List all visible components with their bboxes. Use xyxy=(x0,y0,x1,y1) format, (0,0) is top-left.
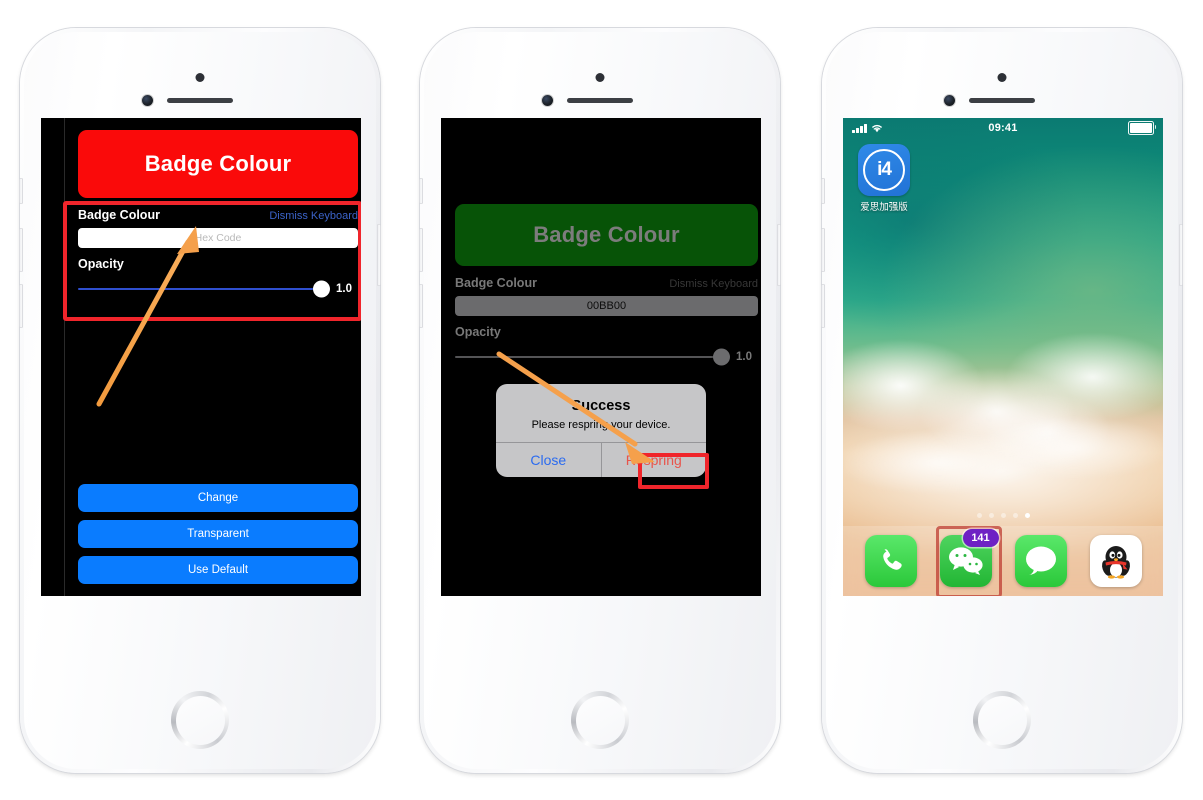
home-button-2[interactable] xyxy=(571,691,629,749)
app-label-i4: 爱思加强版 xyxy=(860,202,908,213)
badge-preview-card-1: Badge Colour xyxy=(78,130,358,198)
page-dot xyxy=(988,513,994,518)
home-screen-app-grid: i4 爱思加强版 xyxy=(843,144,1163,213)
use-default-button-1[interactable]: Use Default xyxy=(78,556,358,584)
iphone-device-2: Badge Colour Badge Colour Dismiss Keyboa… xyxy=(419,28,781,773)
badge-colour-row-1: Badge Colour Dismiss Keyboard xyxy=(78,208,358,222)
front-camera-1 xyxy=(142,95,153,106)
phone-body-1: Badge Colour Badge Colour Dismiss Keyboa… xyxy=(19,28,381,773)
page-dot xyxy=(1012,513,1018,518)
success-alert-dialog: Success Please respring your device. Clo… xyxy=(496,384,706,477)
volume-up-button-3[interactable] xyxy=(821,228,825,272)
mute-switch-3[interactable] xyxy=(821,178,825,204)
home-button-3[interactable] xyxy=(973,691,1031,749)
power-button-3[interactable] xyxy=(1179,224,1183,286)
badge-colour-section-1: Badge Colour Dismiss Keyboard Hex Code O… xyxy=(78,208,358,298)
alert-respring-button[interactable]: Respring xyxy=(602,443,707,477)
transparent-button-1[interactable]: Transparent xyxy=(78,520,358,548)
home-button-1[interactable] xyxy=(171,691,229,749)
mute-switch-2[interactable] xyxy=(419,178,423,204)
dock-item-phone[interactable] xyxy=(864,535,917,587)
badge-colour-app-2: Badge Colour Badge Colour Dismiss Keyboa… xyxy=(441,118,761,596)
alert-body: Success Please respring your device. xyxy=(496,384,706,442)
volume-down-button-3[interactable] xyxy=(821,284,825,328)
earpiece-speaker-1 xyxy=(167,98,233,103)
alert-buttons: Close Respring xyxy=(496,442,706,477)
alert-title: Success xyxy=(571,398,631,414)
front-camera-3 xyxy=(944,95,955,106)
proximity-sensor-1 xyxy=(195,73,205,82)
phone-body-3: 09:41 i4 爱思加强版 141 xyxy=(821,28,1183,773)
badge-colour-app-1: Badge Colour Badge Colour Dismiss Keyboa… xyxy=(41,118,361,596)
power-button-1[interactable] xyxy=(377,224,381,286)
phone-screen-2: Badge Colour Badge Colour Dismiss Keyboa… xyxy=(441,118,761,596)
battery-icon xyxy=(1128,121,1156,135)
page-indicator-dots[interactable] xyxy=(843,513,1163,518)
phone-body-2: Badge Colour Badge Colour Dismiss Keyboa… xyxy=(419,28,781,773)
action-button-stack-1: Change Transparent Use Default xyxy=(78,484,358,584)
screen-left-rail-1 xyxy=(64,118,65,596)
dock-item-qq[interactable] xyxy=(1089,535,1142,587)
alert-message: Please respring your device. xyxy=(531,419,671,431)
iphone-device-3: 09:41 i4 爱思加强版 141 xyxy=(821,28,1183,773)
i4-icon-glyph: i4 xyxy=(863,149,905,191)
proximity-sensor-2 xyxy=(595,73,605,82)
i4-app-icon[interactable]: i4 xyxy=(858,144,910,196)
dock-item-wechat[interactable]: 141 xyxy=(935,526,1002,596)
dock-item-messages[interactable] xyxy=(1014,535,1067,587)
phone-screen-1: Badge Colour Badge Colour Dismiss Keyboa… xyxy=(41,118,361,596)
phone-handset-icon xyxy=(882,549,902,570)
screenshot-canvas: Badge Colour Badge Colour Dismiss Keyboa… xyxy=(0,0,1203,800)
message-bubble-icon xyxy=(1025,546,1056,575)
volume-down-button-1[interactable] xyxy=(19,284,23,328)
volume-up-button-1[interactable] xyxy=(19,228,23,272)
page-dot xyxy=(976,513,982,518)
messages-app-icon[interactable] xyxy=(1014,535,1067,587)
status-bar-clock: 09:41 xyxy=(988,122,1018,134)
qq-app-icon[interactable] xyxy=(1089,535,1142,587)
alert-close-button[interactable]: Close xyxy=(496,443,602,477)
opacity-slider-track-1[interactable] xyxy=(78,280,330,298)
status-bar-right xyxy=(1128,121,1156,135)
volume-down-button-2[interactable] xyxy=(419,284,423,328)
change-button-1[interactable]: Change xyxy=(78,484,358,512)
alert-dim-overlay-2 xyxy=(441,118,761,596)
page-dot-active xyxy=(1024,513,1030,518)
hex-code-input-1[interactable]: Hex Code xyxy=(78,228,358,248)
opacity-slider-row-1: 1.0 xyxy=(78,280,358,298)
proximity-sensor-3 xyxy=(997,73,1007,82)
earpiece-speaker-2 xyxy=(567,98,633,103)
dismiss-keyboard-link-1[interactable]: Dismiss Keyboard xyxy=(269,210,358,222)
ios-home-screen: 09:41 i4 爱思加强版 141 xyxy=(843,118,1163,596)
phone-app-icon[interactable] xyxy=(864,535,917,587)
app-icon-i4[interactable]: i4 爱思加强版 xyxy=(855,144,913,213)
volume-up-button-2[interactable] xyxy=(419,228,423,272)
page-dot xyxy=(1000,513,1006,518)
power-button-2[interactable] xyxy=(777,224,781,286)
opacity-value-1: 1.0 xyxy=(336,283,352,295)
badge-preview-title-1: Badge Colour xyxy=(144,151,292,176)
status-bar: 09:41 xyxy=(843,118,1163,138)
badge-colour-label-1: Badge Colour xyxy=(78,208,160,222)
mute-switch-1[interactable] xyxy=(19,178,23,204)
wechat-badge-count: 141 xyxy=(962,529,999,547)
opacity-slider-knob-1[interactable] xyxy=(313,280,330,298)
opacity-label-1: Opacity xyxy=(78,257,124,271)
wallpaper-foam-layer-2 xyxy=(843,414,1163,520)
front-camera-2 xyxy=(542,95,553,106)
phone-screen-3: 09:41 i4 爱思加强版 141 xyxy=(843,118,1163,596)
earpiece-speaker-3 xyxy=(969,98,1035,103)
qq-penguin-icon xyxy=(1101,546,1130,579)
iphone-device-1: Badge Colour Badge Colour Dismiss Keyboa… xyxy=(19,28,381,773)
home-screen-dock: 141 xyxy=(843,526,1163,596)
wechat-bubbles-icon xyxy=(948,547,983,575)
